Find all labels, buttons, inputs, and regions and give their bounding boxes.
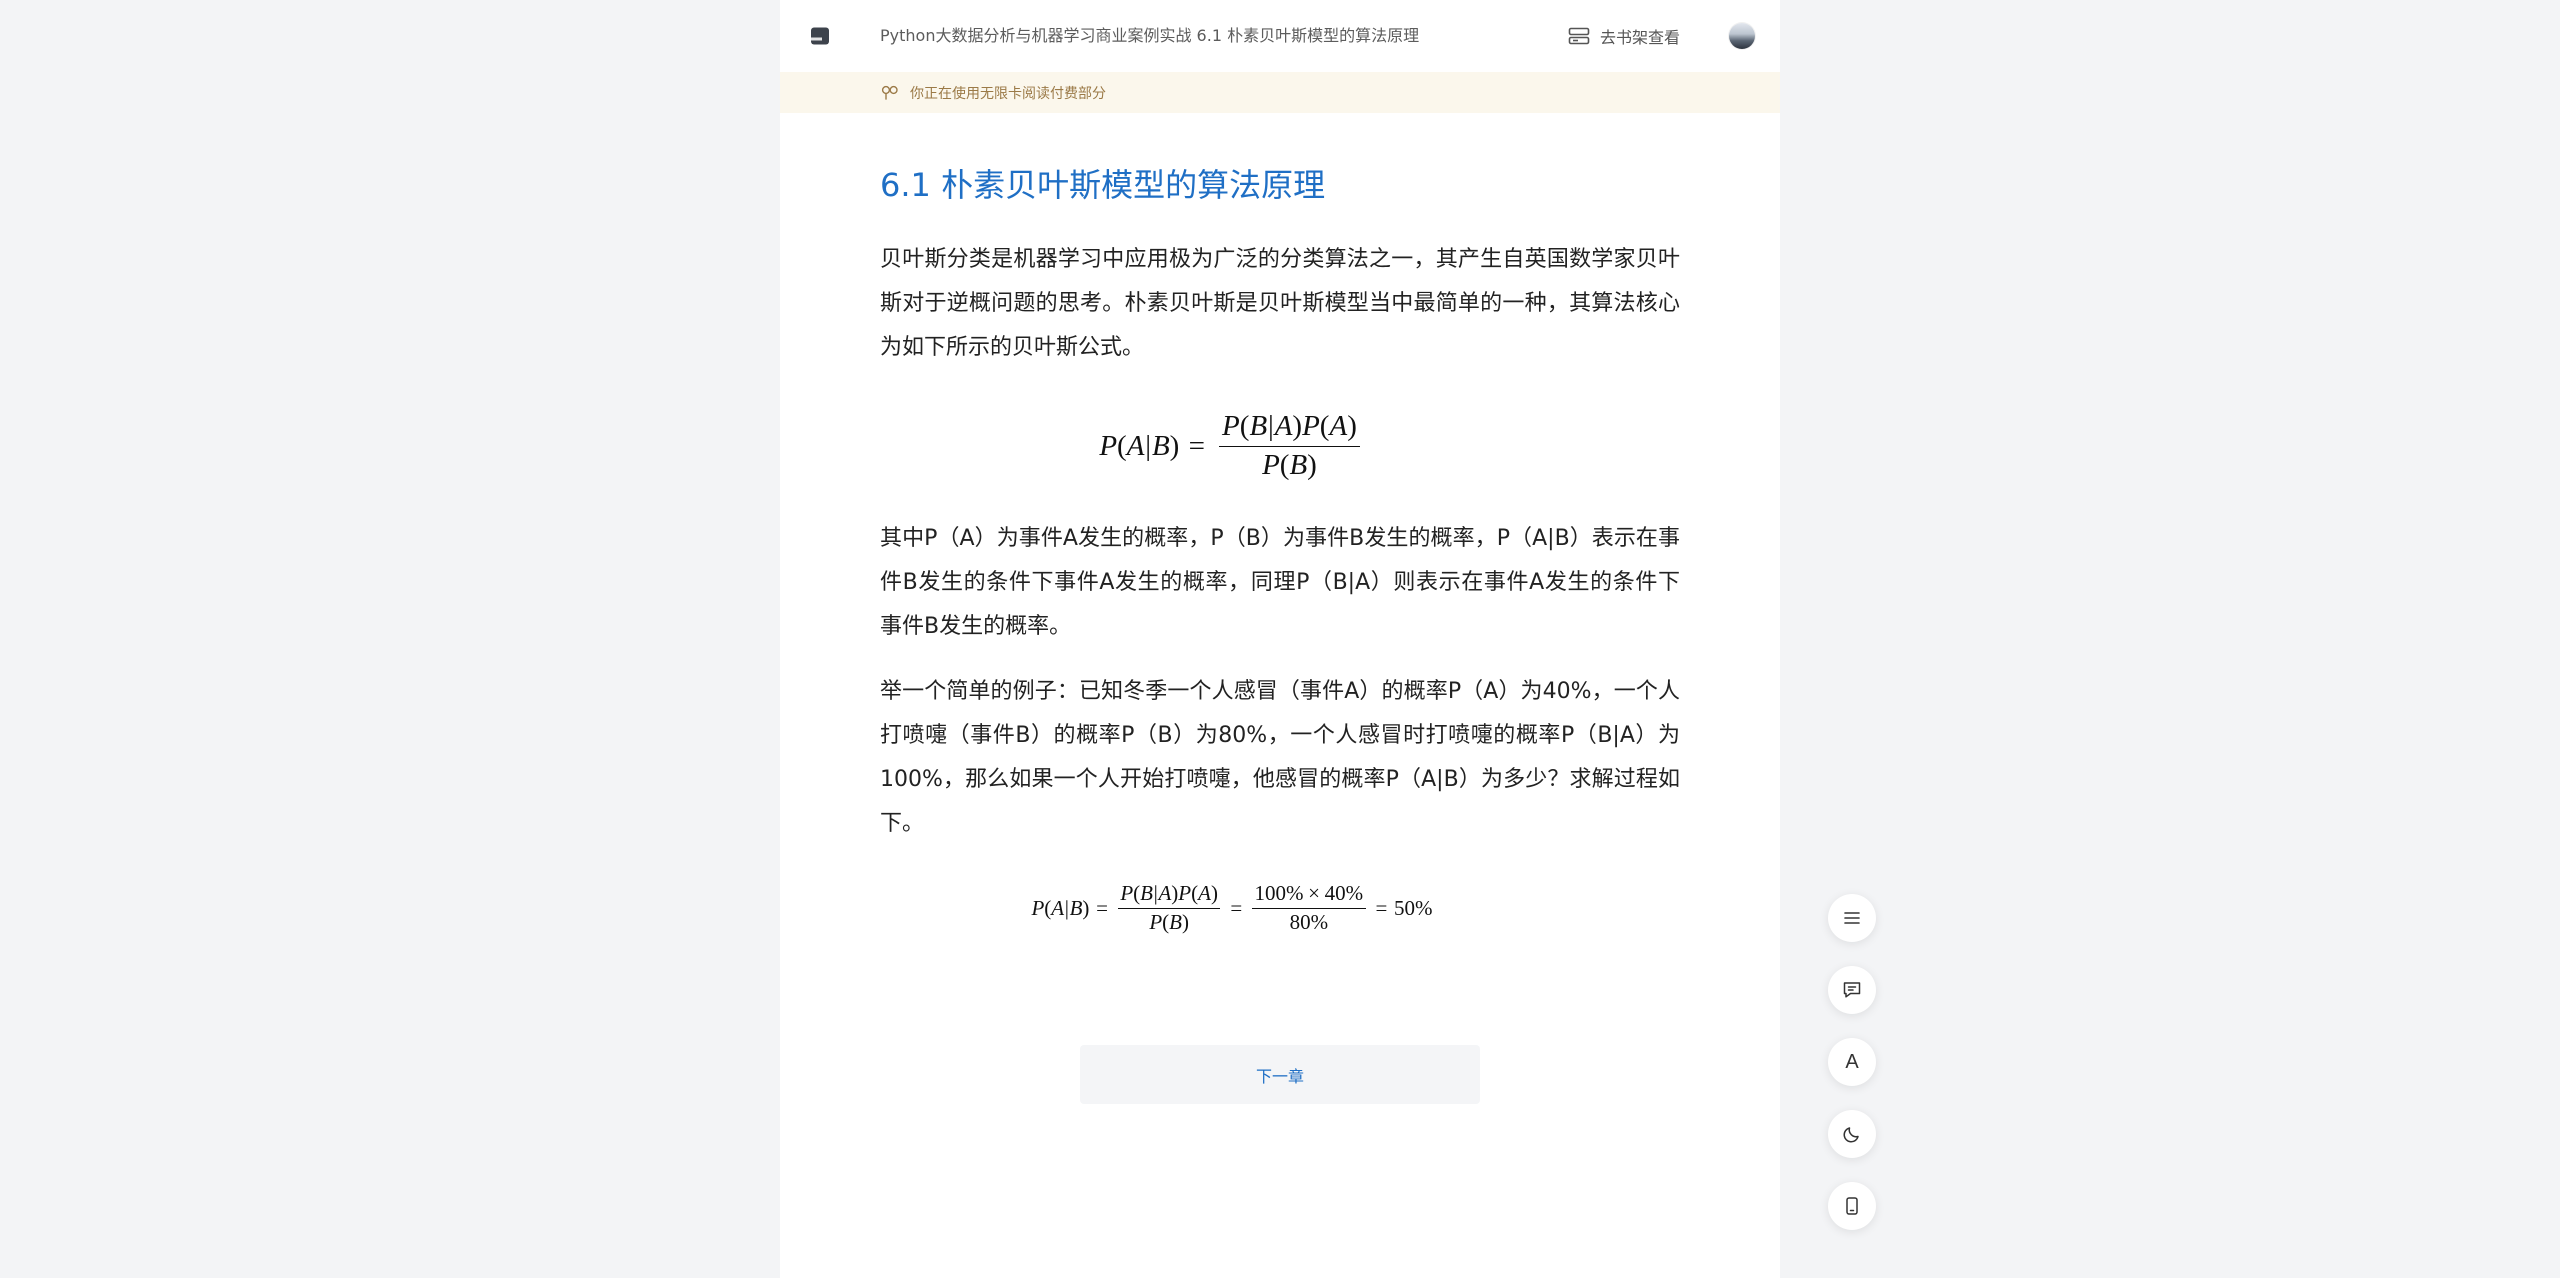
bookshelf-icon <box>1568 27 1590 45</box>
unlimited-card-notice: 你正在使用无限卡阅读付费部分 <box>780 72 1780 113</box>
book-title: Python大数据分析与机器学习商业案例实战 6.1 朴素贝叶斯模型的算法原理 <box>880 26 1420 45</box>
avatar[interactable] <box>1729 23 1755 49</box>
catalog-button[interactable] <box>1828 894 1876 942</box>
paragraph-intro: 贝叶斯分类是机器学习中应用极为广泛的分类算法之一，其产生自英国数学家贝叶斯对于逆… <box>880 247 1680 360</box>
reader-toolbar: A <box>1828 894 1876 1230</box>
book-logo-icon[interactable] <box>810 26 830 46</box>
unlimited-card-icon <box>881 85 910 101</box>
example-calculation-formula: P(A|B) = P(B|A)P(A) P(B) = 100% × 40% 80% … <box>880 880 1680 936</box>
notice-text: 你正在使用无限卡阅读付费部分 <box>910 85 1106 102</box>
reader-column: Python大数据分析与机器学习商业案例实战 6.1 朴素贝叶斯模型的算法原理 … <box>780 0 1780 1278</box>
night-mode-button[interactable] <box>1828 1110 1876 1158</box>
go-to-bookshelf-link[interactable]: 去书架查看 <box>1568 0 1680 72</box>
formula-equals: = <box>1096 895 1108 920</box>
font-icon: A <box>1845 1051 1859 1073</box>
formula-result: 50% <box>1394 895 1433 920</box>
fraction-numerator: P(B|A)P(A) <box>1218 409 1361 447</box>
bayes-formula: P(A|B) = P(B|A)P(A) P(B) <box>880 408 1680 484</box>
formula-equals: = <box>1375 895 1388 920</box>
paragraph-example: 举一个简单的例子：已知冬季一个人感冒（事件A）的概率P（A）为40%，一个人打喷… <box>880 679 1680 836</box>
fraction-numerator: P(B|A)P(A) <box>1117 881 1221 909</box>
chapter-title: 6.1 朴素贝叶斯模型的算法原理 <box>880 166 1326 204</box>
formula-fraction: P(B|A)P(A) P(B) <box>1218 409 1361 483</box>
next-chapter-button[interactable]: 下一章 <box>1080 1045 1480 1104</box>
fraction-numerator: 100% × 40% <box>1252 881 1366 909</box>
comments-button[interactable] <box>1828 966 1876 1014</box>
formula-equals: = <box>1188 429 1205 462</box>
formula-fraction: P(B|A)P(A) P(B) <box>1117 881 1221 935</box>
comment-icon <box>1841 979 1863 1001</box>
fraction-denominator: 80% <box>1289 909 1329 934</box>
chapter-content: 6.1 朴素贝叶斯模型的算法原理 贝叶斯分类是机器学习中应用极为广泛的分类算法之… <box>780 163 1780 1104</box>
formula-equals: = <box>1230 895 1243 920</box>
formula-lhs: P(A|B) <box>1099 429 1180 462</box>
formula-fraction: 100% × 40% 80% <box>1252 881 1366 935</box>
list-icon <box>1841 907 1863 929</box>
top-bar: Python大数据分析与机器学习商业案例实战 6.1 朴素贝叶斯模型的算法原理 … <box>780 0 1780 72</box>
font-settings-button[interactable]: A <box>1828 1038 1876 1086</box>
paragraph-definitions: 其中P（A）为事件A发生的概率，P（B）为事件B发生的概率，P（A|B）表示在事… <box>880 526 1680 639</box>
fraction-denominator: P(B) <box>1262 449 1317 482</box>
phone-icon <box>1841 1195 1863 1217</box>
bookshelf-link-label: 去书架查看 <box>1600 28 1681 47</box>
formula-lhs: P(A|B) <box>1031 895 1090 920</box>
mobile-reading-button[interactable] <box>1828 1182 1876 1230</box>
moon-icon <box>1841 1123 1863 1145</box>
fraction-denominator: P(B) <box>1149 909 1189 934</box>
